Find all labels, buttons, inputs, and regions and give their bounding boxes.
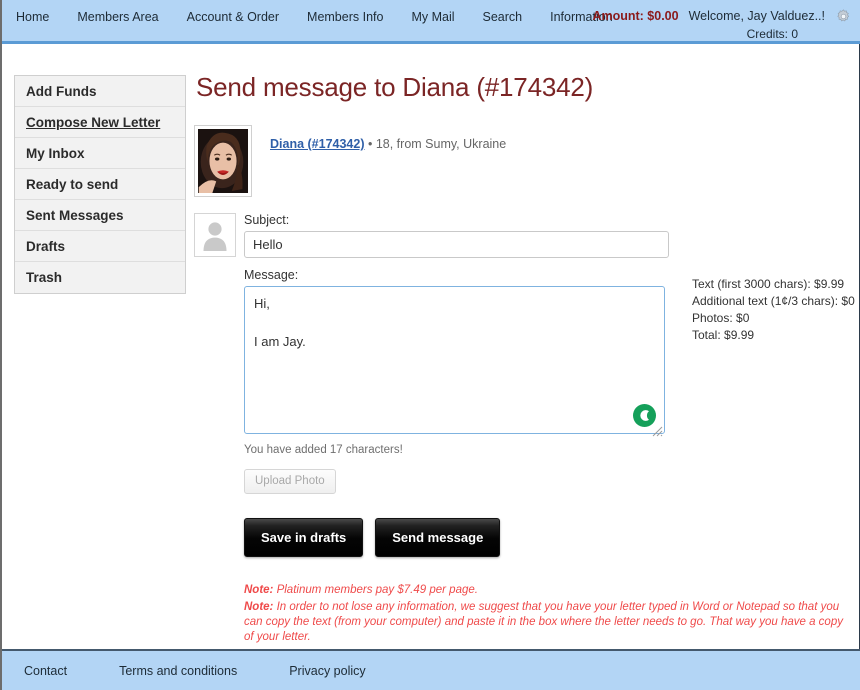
account-status-area: Amount: $0.00 Welcome, Jay Valduez..! Cr… — [562, 8, 852, 41]
page-footer: Contact Terms and conditions Privacy pol… — [2, 649, 860, 690]
textarea-resize-handle[interactable] — [652, 426, 663, 437]
recipient-details: • 18, from Sumy, Ukraine — [364, 137, 507, 151]
save-in-drafts-button[interactable]: Save in drafts — [244, 518, 364, 557]
sidebar-label: Add Funds — [26, 84, 97, 99]
message-textarea[interactable] — [244, 286, 665, 434]
sidebar-label: Compose New Letter — [26, 115, 161, 130]
top-navigation-bar: Home Members Area Account & Order Member… — [2, 0, 860, 44]
sidebar-item-ready-to-send[interactable]: Ready to send — [15, 169, 185, 200]
page-title: Send message to Diana (#174342) — [196, 72, 594, 102]
pricing-summary: Text (first 3000 chars): $9.99 Additiona… — [692, 276, 860, 344]
note-line-2: Note: In order to not lose any informati… — [244, 600, 844, 645]
price-line-total: Total: $9.99 — [692, 328, 755, 342]
sidebar-label: Ready to send — [26, 177, 119, 192]
note-prefix: Note: — [244, 601, 274, 613]
sidebar-item-my-inbox[interactable]: My Inbox — [15, 138, 185, 169]
character-counter: You have added 17 characters! — [244, 444, 403, 456]
nav-item-home[interactable]: Home — [16, 10, 49, 24]
sidebar-item-sent-messages[interactable]: Sent Messages — [15, 200, 185, 231]
note-line-1: Note: Platinum members pay $7.49 per pag… — [244, 583, 844, 598]
subject-input[interactable] — [244, 231, 669, 258]
welcome-message: Welcome, Jay Valduez..! — [688, 9, 825, 23]
sidebar-menu: Add Funds Compose New Letter My Inbox Re… — [14, 75, 186, 294]
price-line-additional-text: Additional text (1¢/3 chars): $0 — [692, 294, 855, 308]
nav-item-my-mail[interactable]: My Mail — [411, 10, 454, 24]
recipient-photo[interactable] — [194, 125, 252, 197]
footer-link-privacy[interactable]: Privacy policy — [289, 664, 365, 678]
note-text: In order to not lose any information, we… — [244, 601, 843, 643]
sidebar-label: My Inbox — [26, 146, 85, 161]
sidebar-item-compose-new-letter[interactable]: Compose New Letter — [15, 107, 185, 138]
subject-label: Subject: — [244, 213, 290, 227]
send-message-button[interactable]: Send message — [375, 518, 501, 557]
sidebar-item-trash[interactable]: Trash — [15, 262, 185, 293]
recipient-profile: Diana (#174342) • 18, from Sumy, Ukraine — [194, 125, 854, 197]
footer-link-contact[interactable]: Contact — [24, 664, 67, 678]
main-content: Send message to Diana (#174342) Diana (#… — [194, 72, 854, 647]
page-root: Home Members Area Account & Order Member… — [0, 0, 860, 690]
nav-item-members-area[interactable]: Members Area — [77, 10, 158, 24]
sender-avatar-placeholder-icon — [194, 213, 236, 257]
nav-item-search[interactable]: Search — [483, 10, 523, 24]
account-amount: Amount: $0.00 — [592, 9, 679, 23]
subject-row: Subject: — [194, 213, 854, 258]
gear-icon[interactable] — [835, 8, 852, 25]
price-line-text: Text (first 3000 chars): $9.99 — [692, 277, 845, 291]
nav-links: Home Members Area Account & Order Member… — [16, 10, 641, 24]
subject-field-group: Subject: — [244, 213, 854, 258]
sidebar-label: Drafts — [26, 239, 66, 254]
account-credits: Credits: 0 — [746, 27, 798, 41]
action-buttons: Save in drafts Send message — [244, 518, 854, 557]
message-wrapper — [244, 286, 665, 439]
notes-section: Note: Platinum members pay $7.49 per pag… — [244, 583, 844, 645]
recipient-info: Diana (#174342) • 18, from Sumy, Ukraine — [270, 125, 506, 151]
upload-photo-button[interactable]: Upload Photo — [244, 469, 336, 494]
sidebar-item-add-funds[interactable]: Add Funds — [15, 76, 185, 107]
sidebar-item-drafts[interactable]: Drafts — [15, 231, 185, 262]
sidebar-label: Trash — [26, 270, 63, 285]
recipient-name-link[interactable]: Diana (#174342) — [270, 137, 365, 151]
nav-item-account-order[interactable]: Account & Order — [187, 10, 279, 24]
grammar-check-icon[interactable] — [633, 404, 656, 427]
nav-item-members-info[interactable]: Members Info — [307, 10, 383, 24]
note-text: Platinum members pay $7.49 per page. — [273, 584, 478, 596]
price-line-photos: Photos: $0 — [692, 311, 750, 325]
sidebar-label: Sent Messages — [26, 208, 124, 223]
note-prefix: Note: — [244, 584, 274, 596]
footer-link-terms[interactable]: Terms and conditions — [119, 664, 237, 678]
